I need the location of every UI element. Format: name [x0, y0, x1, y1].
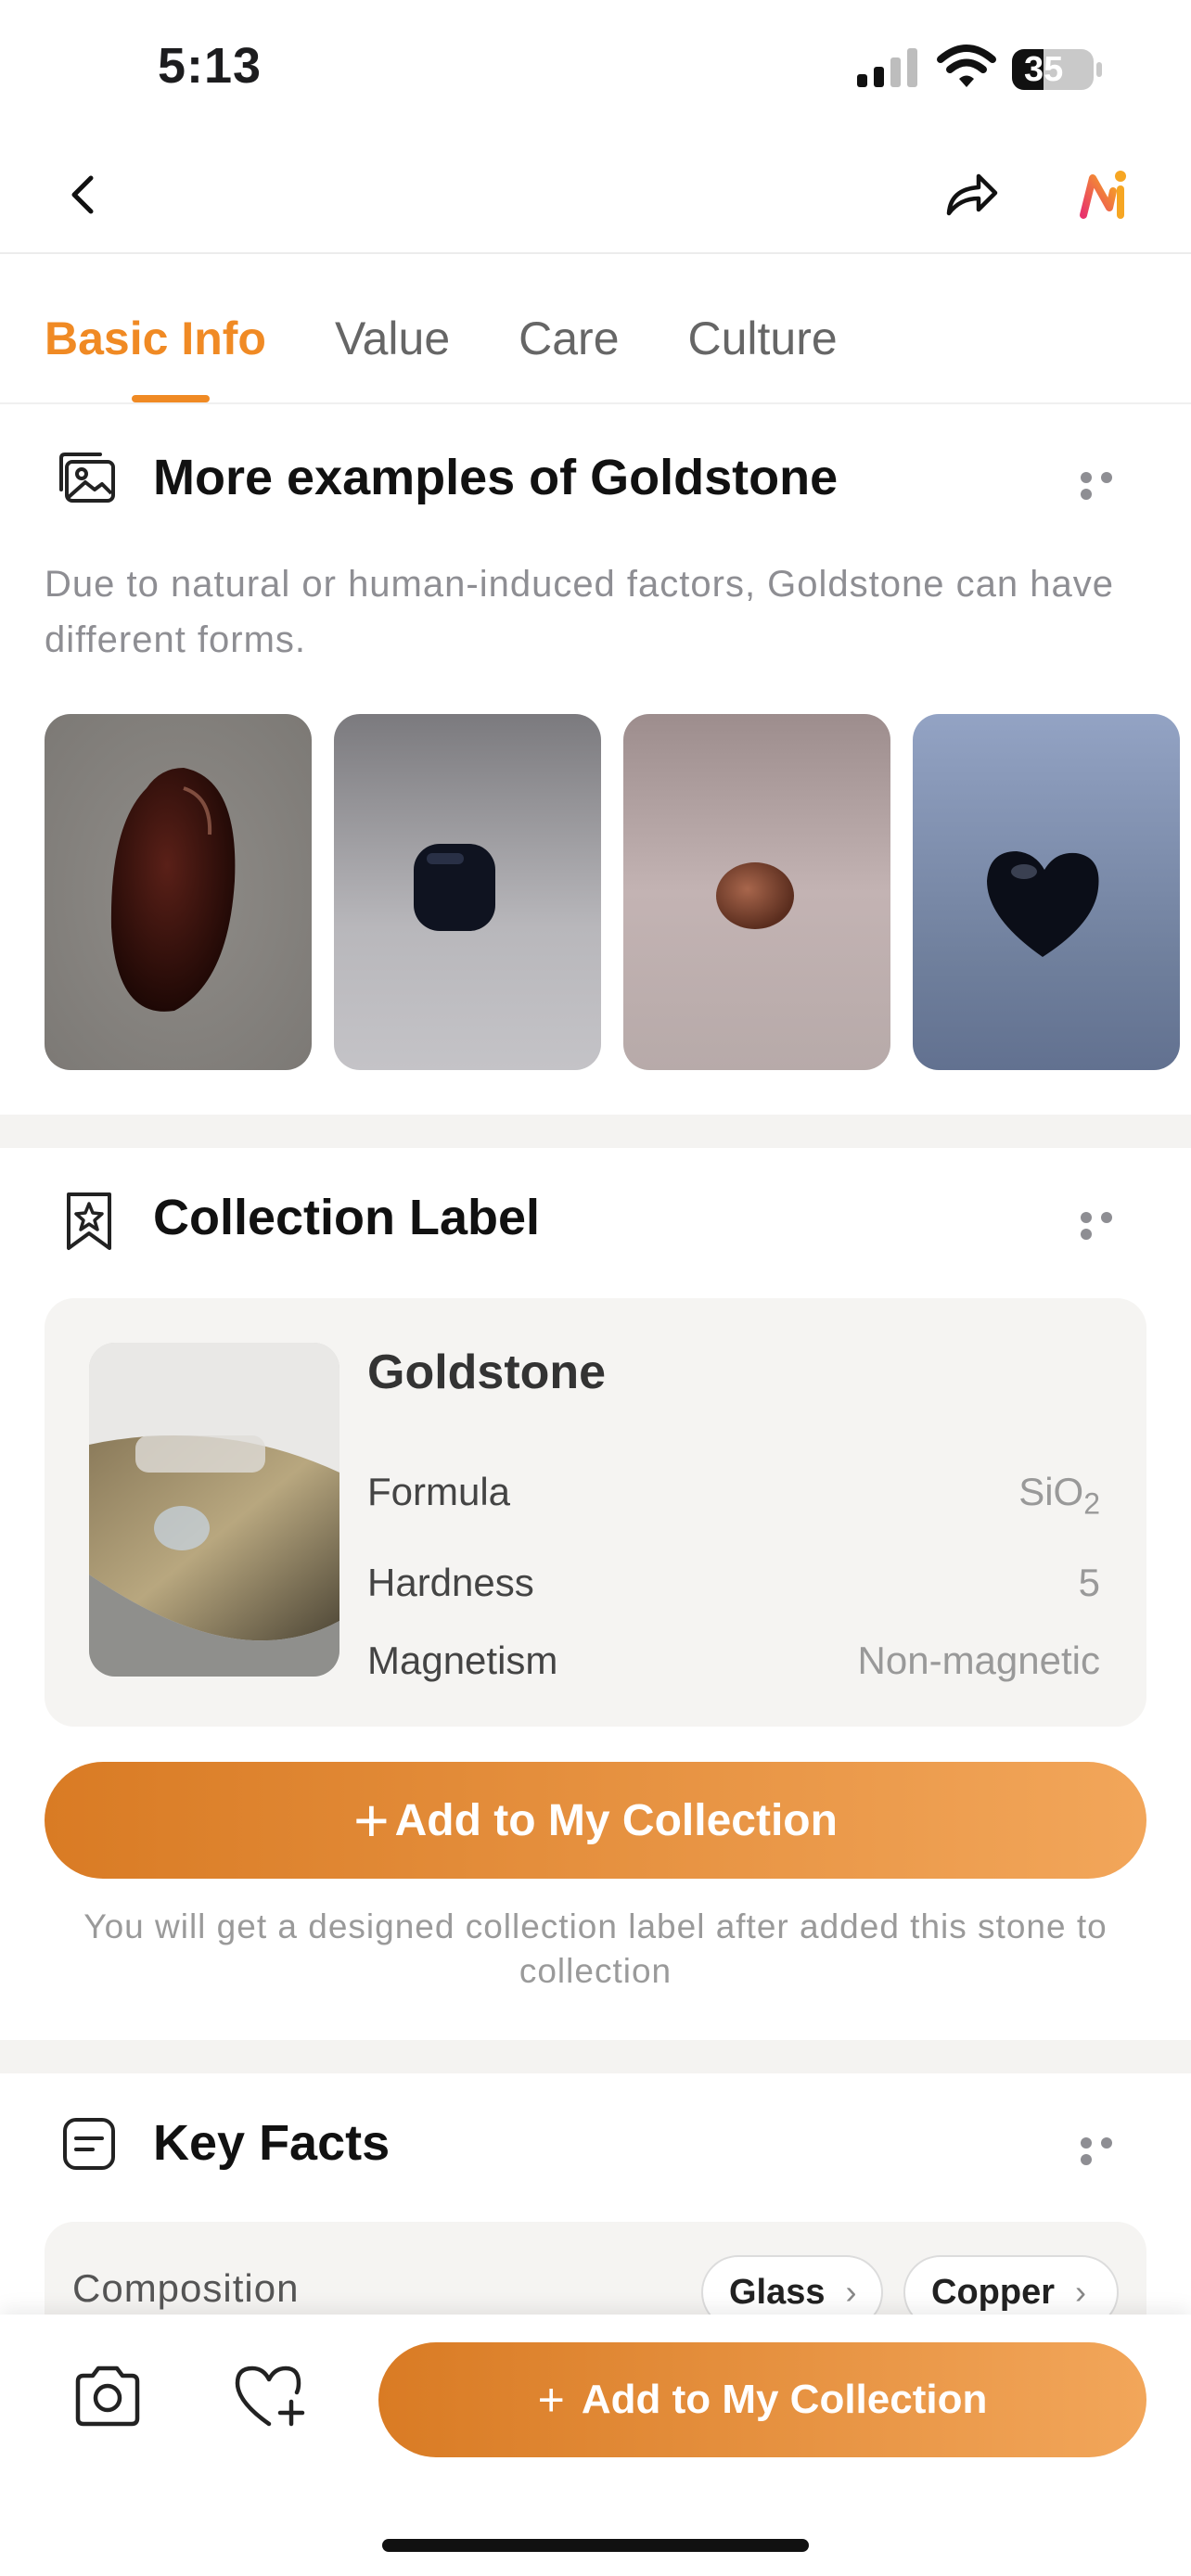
bookmark-star-icon — [67, 1192, 111, 1250]
nav-divider — [0, 252, 1191, 254]
chevron-right-icon: › — [845, 2273, 857, 2311]
home-indicator — [382, 2539, 809, 2552]
collection-hint: You will get a designed collection label… — [83, 1907, 1108, 1990]
battery-level: 35 — [1024, 50, 1064, 89]
examples-more-icon[interactable] — [1081, 471, 1136, 500]
specimen-photo — [89, 1343, 339, 1677]
hardness-value: 5 — [1078, 1561, 1100, 1604]
key-facts-title: Key Facts — [153, 2115, 391, 2171]
favorite-add-icon[interactable] — [232, 2361, 310, 2431]
battery-icon: 35 — [1011, 48, 1104, 91]
example-image-2[interactable] — [334, 714, 601, 1070]
gallery-icon — [59, 453, 115, 503]
tabs-divider — [0, 402, 1191, 404]
key-facts-more-icon[interactable] — [1081, 2136, 1136, 2165]
add-to-collection-button[interactable]: + Add to My Collection — [45, 1762, 1146, 1879]
tab-culture[interactable]: Culture — [688, 306, 838, 371]
app-logo-icon[interactable] — [1076, 165, 1133, 223]
bottom-add-to-collection-label: Add to My Collection — [581, 2377, 988, 2422]
cellular-signal-icon — [857, 48, 917, 87]
bottom-add-to-collection-button[interactable]: + Add to My Collection — [378, 2342, 1146, 2457]
section-divider — [0, 2040, 1191, 2073]
example-image-4[interactable] — [913, 714, 1180, 1070]
example-image-1[interactable] — [45, 714, 312, 1070]
collection-title: Collection Label — [153, 1190, 541, 1245]
tab-basic-info[interactable]: Basic Info — [45, 306, 266, 371]
chevron-right-icon: › — [1075, 2273, 1086, 2311]
plus-icon: + — [353, 1786, 390, 1855]
formula-value: SiO2 — [1018, 1470, 1100, 1521]
plus-icon: + — [537, 2374, 565, 2426]
document-icon — [63, 2118, 115, 2170]
tab-value[interactable]: Value — [335, 306, 450, 371]
add-to-collection-label: Add to My Collection — [394, 1795, 838, 1845]
camera-icon[interactable] — [70, 2363, 145, 2429]
section-divider — [0, 1115, 1191, 1148]
tab-care[interactable]: Care — [519, 306, 619, 371]
magnetism-value: Non-magnetic — [857, 1639, 1100, 1682]
composition-label: Composition — [72, 2266, 300, 2310]
magnetism-label: Magnetism — [367, 1639, 558, 1682]
share-icon[interactable] — [941, 167, 1001, 223]
collection-more-icon[interactable] — [1081, 1211, 1136, 1240]
wifi-icon — [937, 45, 996, 87]
tab-bar: Basic Info Value Care Culture — [45, 306, 906, 371]
formula-label: Formula — [367, 1470, 511, 1513]
back-icon[interactable] — [59, 167, 106, 223]
tab-active-indicator — [132, 395, 210, 402]
examples-subtitle: Due to natural or human-induced factors,… — [45, 564, 1114, 660]
example-image-3[interactable] — [623, 714, 890, 1070]
hardness-label: Hardness — [367, 1561, 534, 1604]
specimen-name: Goldstone — [367, 1345, 607, 1399]
status-time: 5:13 — [158, 38, 263, 94]
examples-title: More examples of Goldstone — [153, 450, 839, 505]
